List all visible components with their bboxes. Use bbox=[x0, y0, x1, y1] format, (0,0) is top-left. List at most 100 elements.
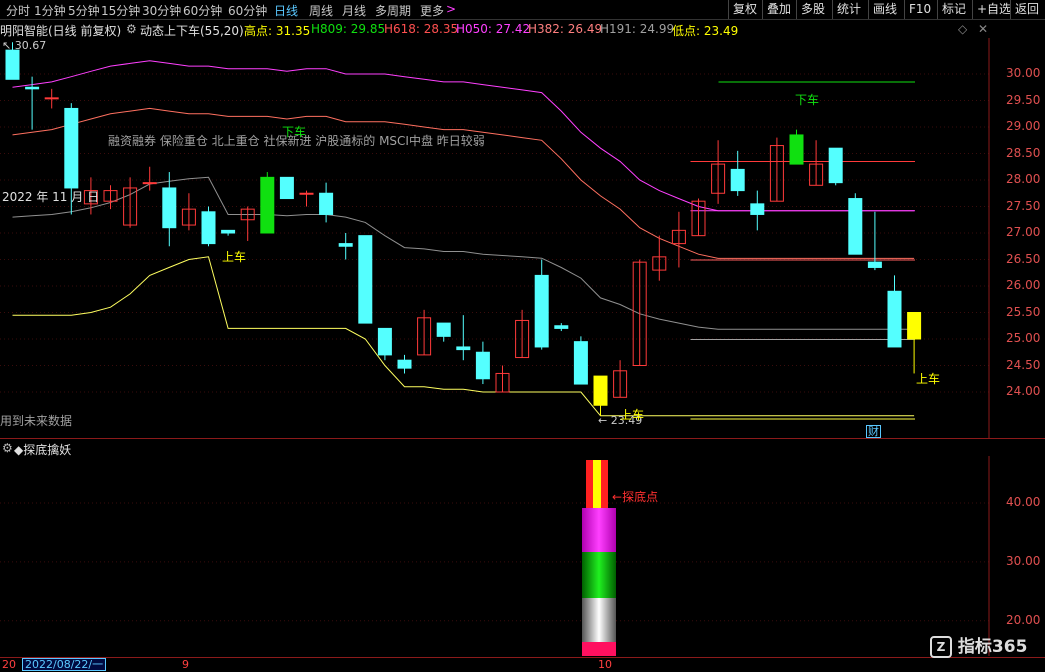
candle-body bbox=[358, 235, 373, 324]
logo-number: 365 bbox=[991, 637, 1028, 657]
price-tick: 26.50 bbox=[1006, 251, 1041, 266]
candle-body bbox=[593, 375, 608, 406]
fuquan-button[interactable]: 复权 bbox=[728, 0, 761, 19]
price-tick: 27.50 bbox=[1006, 198, 1041, 213]
tab-30min[interactable]: 30分钟 bbox=[142, 2, 181, 19]
bottom-marker-label: ←探底点 bbox=[612, 490, 659, 504]
level-h382: H382: 26.49 bbox=[528, 22, 603, 36]
candle-body bbox=[44, 97, 59, 100]
candle-body bbox=[554, 325, 569, 329]
diamond-icon[interactable]: ◇ bbox=[958, 22, 967, 36]
tab-monthly[interactable]: 月线 bbox=[342, 2, 366, 19]
candle-body bbox=[5, 49, 20, 80]
mark-button[interactable]: 标记 bbox=[937, 0, 970, 19]
level-h809: H809: 29.85 bbox=[311, 22, 386, 36]
signal-down-1: 下车 bbox=[282, 125, 307, 139]
sub-tick: 20.00 bbox=[1006, 612, 1041, 627]
multi-stock-button[interactable]: 多股 bbox=[796, 0, 829, 19]
price-tick: 24.50 bbox=[1006, 357, 1041, 372]
candle-body bbox=[397, 359, 412, 369]
future-data-note: 用到未来数据 bbox=[0, 414, 73, 428]
candle-body bbox=[162, 187, 177, 229]
sub-tick: 30.00 bbox=[1006, 553, 1041, 568]
level-h618: H618: 28.35 bbox=[384, 22, 459, 36]
candle-body bbox=[377, 327, 392, 356]
candle-body bbox=[25, 86, 40, 90]
price-tick: 24.00 bbox=[1006, 384, 1041, 398]
tab-daily[interactable]: 日线 bbox=[274, 2, 298, 19]
candle-body bbox=[730, 168, 745, 192]
year-label: 2022 年 11 月 日 bbox=[2, 190, 100, 204]
sub-chart[interactable] bbox=[0, 456, 1045, 656]
candle-body bbox=[475, 351, 490, 380]
price-tick: 27.00 bbox=[1006, 225, 1041, 239]
candle-body bbox=[456, 346, 471, 351]
tab-60min-b[interactable]: 60分钟 bbox=[228, 2, 267, 19]
tab-5min[interactable]: 5分钟 bbox=[68, 2, 100, 19]
finance-badge[interactable]: 财 bbox=[866, 425, 881, 438]
indicator-white-block bbox=[582, 598, 616, 642]
candle-body bbox=[887, 290, 902, 348]
signal-up-3: 上车 bbox=[916, 372, 941, 386]
candle-body bbox=[848, 198, 863, 255]
date-left-stub: 20 bbox=[2, 658, 16, 671]
max-price-label: ↖ 30.67 bbox=[2, 39, 47, 52]
main-chart[interactable] bbox=[0, 38, 1045, 438]
close-icon[interactable]: ✕ bbox=[978, 22, 988, 36]
candle-body bbox=[319, 192, 334, 215]
candle-body bbox=[750, 203, 765, 215]
candle-body bbox=[573, 341, 588, 385]
candle-body bbox=[221, 229, 236, 234]
level-high: 高点: 31.35 bbox=[244, 24, 311, 38]
middle-band-line bbox=[12, 176, 915, 330]
zhibiao365-logo: Z 指标365 bbox=[930, 632, 1027, 658]
candle-body bbox=[338, 243, 353, 247]
candle-body bbox=[828, 147, 843, 184]
tab-more[interactable]: 更多 bbox=[420, 2, 444, 19]
price-tick: 29.50 bbox=[1006, 92, 1041, 107]
price-tick: 30.00 bbox=[1006, 66, 1041, 80]
tab-60min[interactable]: 60分钟 bbox=[183, 2, 222, 19]
overlay-button[interactable]: 叠加 bbox=[762, 0, 795, 19]
signal-up-1: 上车 bbox=[222, 250, 247, 264]
level-h050: H050: 27.42 bbox=[456, 22, 531, 36]
logo-text: 指标 bbox=[957, 637, 992, 657]
back-button[interactable]: 返回 bbox=[1010, 0, 1043, 19]
price-tick: 28.00 bbox=[1006, 172, 1041, 186]
indicator-pink-block bbox=[582, 642, 616, 656]
more-arrow-icon[interactable]: > bbox=[446, 2, 456, 16]
logo-icon: Z bbox=[930, 636, 952, 658]
candle-body bbox=[279, 176, 294, 200]
indicator-magenta-block bbox=[582, 508, 616, 552]
indicator-name[interactable]: 动态上下车(55,20) bbox=[140, 22, 244, 39]
stats-button[interactable]: 统计 bbox=[832, 0, 865, 19]
candle-body bbox=[867, 261, 882, 268]
price-tick: 28.50 bbox=[1006, 145, 1041, 160]
indicator-green-block bbox=[582, 552, 616, 598]
gear-icon-sub[interactable]: ⚙ bbox=[2, 441, 13, 455]
candle-body bbox=[299, 192, 314, 195]
tab-weekly[interactable]: 周线 bbox=[309, 2, 333, 19]
top-toolbar: 分时 1分钟 5分钟 15分钟 30分钟 60分钟 60分钟 日线 周线 月线 … bbox=[0, 0, 1045, 20]
f10-button[interactable]: F10 bbox=[904, 0, 935, 19]
price-tick: 26.00 bbox=[1006, 278, 1041, 292]
level-low: 低点: 23.49 bbox=[672, 24, 739, 38]
tab-multi-period[interactable]: 多周期 bbox=[375, 2, 411, 19]
candle-body bbox=[789, 134, 804, 165]
draw-line-button[interactable]: 画线 bbox=[868, 0, 901, 19]
tab-1min[interactable]: 1分钟 bbox=[34, 2, 66, 19]
indicator-yellow-bar bbox=[593, 460, 601, 508]
tab-fenshi[interactable]: 分时 bbox=[6, 2, 30, 19]
date-axis: 20 2022/08/22/一 9 10 bbox=[0, 657, 1045, 672]
signal-up-2: 上车 bbox=[620, 408, 645, 422]
sub-tick: 40.00 bbox=[1006, 495, 1041, 510]
candle-body bbox=[201, 211, 216, 245]
month-label-9: 9 bbox=[182, 658, 189, 671]
sub-chart-header: ⚙ ◆探底擒妖 bbox=[0, 438, 1045, 457]
gear-icon[interactable]: ⚙ bbox=[126, 22, 137, 36]
price-tick: 29.00 bbox=[1006, 119, 1041, 133]
tab-15min[interactable]: 15分钟 bbox=[101, 2, 140, 19]
add-watchlist-button[interactable]: +自选 bbox=[972, 0, 1015, 19]
month-label-10: 10 bbox=[598, 658, 612, 671]
signal-down-2: 下车 bbox=[795, 93, 820, 107]
